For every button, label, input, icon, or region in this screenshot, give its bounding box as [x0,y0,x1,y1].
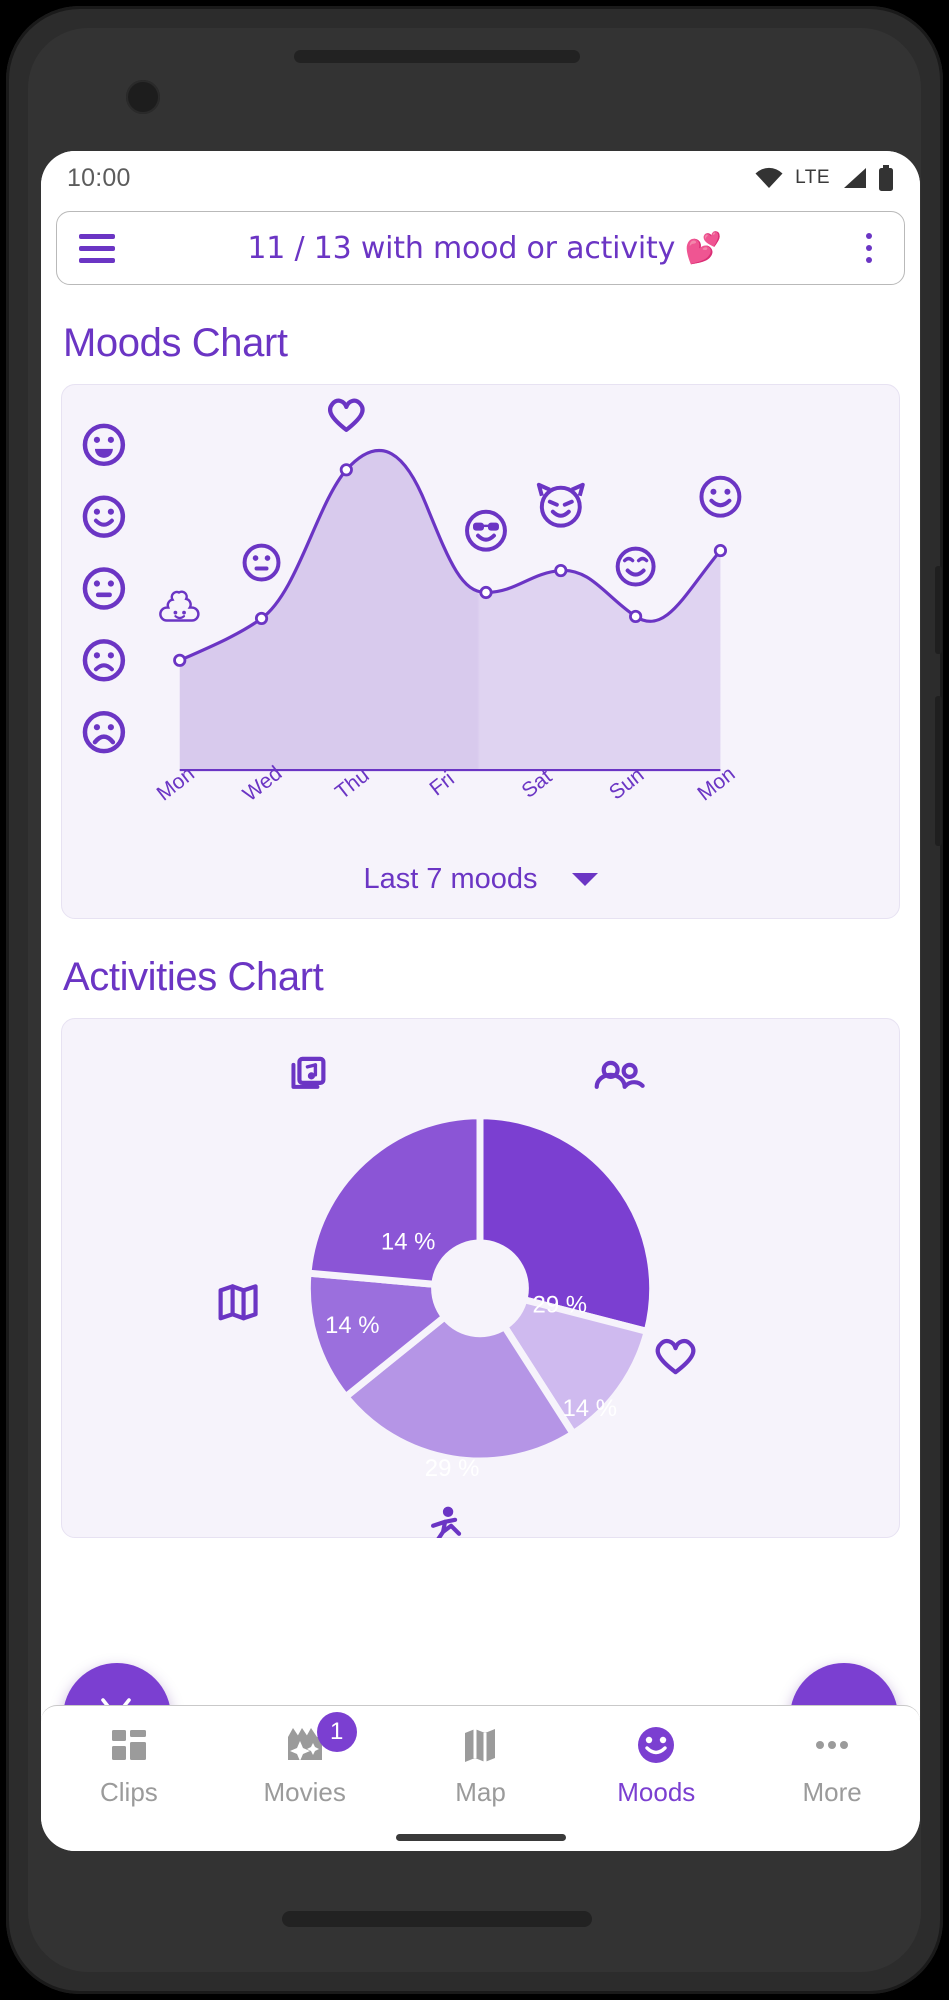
moods-chart-card: Mon Wed Thu Fri Sat Sun Mon Last 7 moods [61,384,900,919]
chevron-down-icon[interactable] [571,873,598,886]
pie-value-label: 14 % [325,1312,380,1339]
activities-chart-card: 29 % 14 % 29 % 14 % 14 % [61,1018,900,1538]
nav-item-movies[interactable]: 1 Movies [217,1712,393,1808]
power-button[interactable] [935,696,942,846]
data-point[interactable] [339,463,353,477]
sad-face-icon [85,641,123,679]
earpiece-speaker [294,50,580,63]
nav-item-moods[interactable]: Moods [568,1722,744,1808]
status-time: 10:00 [67,163,131,192]
chart-area-fill [179,450,721,771]
neutral-face-icon [85,570,123,608]
poop-emoji-icon [159,590,200,622]
volume-button[interactable] [935,566,942,654]
map-icon [218,1284,258,1321]
data-point[interactable] [173,653,187,667]
happy-face-icon [85,498,123,536]
wifi-icon [754,167,784,189]
movies-badge: 1 [316,1712,357,1752]
nav-label-moods: Moods [617,1777,696,1807]
app-bar-title: 11 / 13 with mood or activity 💕 [247,230,722,266]
running-person-icon[interactable] [431,1506,462,1538]
people-icon [594,1060,645,1089]
dashboard-grid-icon [108,1722,150,1768]
data-point[interactable] [554,563,568,578]
screenshot-root: 10:00 LTE 11 / 13 with mood or activity … [0,0,949,2000]
app-bar: 11 / 13 with mood or activity 💕 [56,211,905,285]
neutral-face-icon [242,543,281,582]
data-point[interactable] [713,544,728,558]
signal-icon [841,167,867,189]
nav-item-map[interactable]: Map [393,1722,569,1808]
heart-outline-icon [655,1338,696,1375]
ellipsis-icon [810,1722,854,1768]
nav-label-movies: Movies [263,1777,346,1807]
status-icons: LTE [754,165,894,191]
smiling-face-icon [615,546,656,587]
app-bar-container: 11 / 13 with mood or activity 💕 [41,205,920,285]
kebab-menu-icon[interactable] [854,233,884,263]
phone-frame: 10:00 LTE 11 / 13 with mood or activity … [6,6,943,1994]
devil-face-icon [536,482,585,528]
moods-chart-title: Moods Chart [63,321,288,365]
activities-pie-chart[interactable]: 29 % 14 % 29 % 14 % 14 % [62,1019,899,1538]
pie-donut-hole [431,1239,529,1338]
status-bar: 10:00 LTE [41,151,920,205]
y-axis-mood-icons [85,426,123,751]
nav-label-map: Map [455,1777,506,1807]
moods-line-chart[interactable]: Mon Wed Thu Fri Sat Sun Mon [62,385,899,844]
data-point[interactable] [479,585,493,600]
hamburger-menu-icon[interactable] [79,233,115,263]
very-sad-face-icon [85,713,123,751]
data-point[interactable] [254,611,269,626]
pie-value-label: 14 % [381,1228,436,1255]
smiley-face-icon [634,1722,678,1768]
pie-value-label: 29 % [533,1291,588,1318]
movie-sparkle-icon: 1 [283,1712,357,1768]
scroll-content[interactable]: Moods Chart Mon Wed Thu Fri Sat Sun Mon … [41,285,920,1795]
bottom-speaker [282,1911,592,1927]
pie-value-label: 29 % [425,1455,480,1482]
map-icon [461,1722,499,1768]
pie-value-label: 14 % [562,1395,617,1422]
heart-outline-icon [327,398,365,432]
network-type-label: LTE [795,167,830,188]
bottom-navigation-bar: Clips 1 Movies Map Moods More [41,1705,920,1851]
phone-screen: 10:00 LTE 11 / 13 with mood or activity … [41,151,920,1851]
x-tick-label: Fri [425,767,458,800]
mood-range-selector[interactable]: Last 7 moods [62,863,899,896]
nav-label-more: More [802,1777,862,1807]
home-indicator [395,1834,566,1841]
mood-range-label: Last 7 moods [363,863,538,895]
happy-face-icon [699,475,742,518]
battery-icon [878,165,894,191]
sunglasses-face-icon [465,509,507,552]
activities-chart-title: Activities Chart [63,955,324,999]
nav-item-clips[interactable]: Clips [41,1722,217,1808]
very-happy-face-icon [85,426,123,464]
music-library-icon [291,1056,326,1089]
nav-item-more[interactable]: More [744,1722,920,1808]
front-camera [126,80,160,114]
data-point[interactable] [629,609,643,624]
nav-label-clips: Clips [100,1777,158,1807]
